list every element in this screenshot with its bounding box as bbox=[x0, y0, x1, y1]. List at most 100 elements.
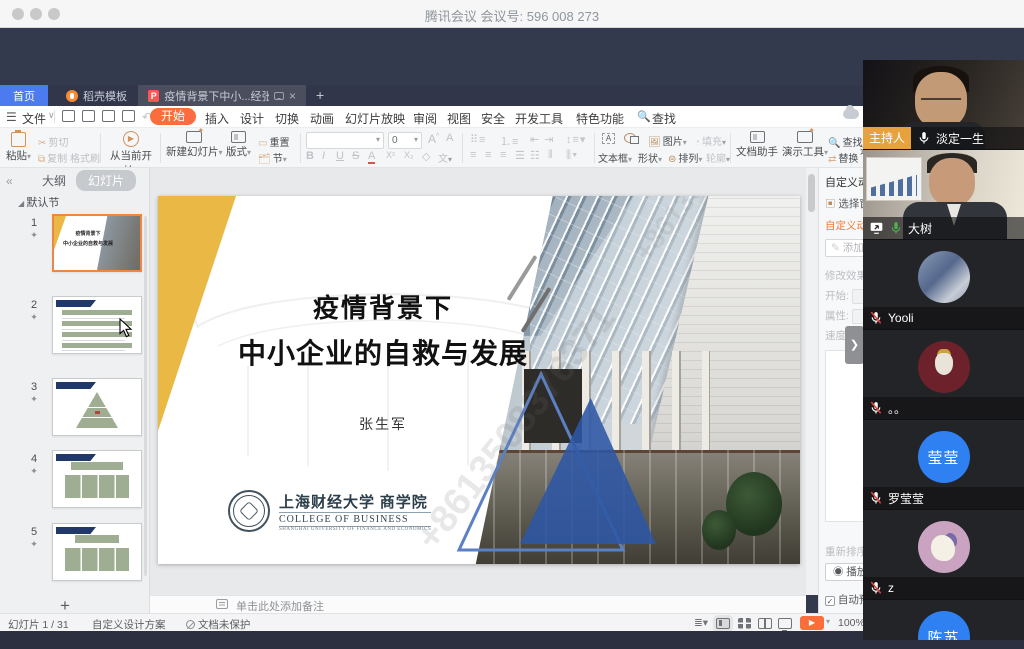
cut-button[interactable]: ✂剪切 bbox=[38, 134, 68, 149]
collapse-sidebar-button[interactable]: « bbox=[6, 174, 13, 188]
find-button[interactable]: 🔍查找 bbox=[828, 134, 862, 149]
font-name-combo[interactable]: ▾ bbox=[306, 132, 384, 149]
participant-tile[interactable]: Yooli bbox=[863, 240, 1024, 330]
paste-button[interactable]: 粘贴▾ bbox=[6, 132, 31, 163]
align-left-icon[interactable]: ≡ bbox=[470, 149, 477, 161]
slide-thumbnail-4[interactable] bbox=[52, 450, 142, 508]
bullet-list-icon[interactable]: ⠿≡ bbox=[470, 133, 486, 146]
shrink-font-button[interactable]: A bbox=[446, 132, 453, 144]
tab-slides[interactable]: 幻灯片 bbox=[76, 170, 136, 191]
normal-view-button[interactable] bbox=[716, 618, 730, 629]
section-button[interactable]: 🗂节▾ bbox=[258, 150, 287, 165]
columns-icon[interactable]: ⫴ bbox=[548, 149, 554, 162]
justify-icon[interactable]: ☰ bbox=[515, 149, 526, 162]
slide-thumbnail-3[interactable] bbox=[52, 378, 142, 436]
underline-button[interactable]: U bbox=[336, 150, 344, 162]
slide-title-line2[interactable]: 中小企业的自救与发展 bbox=[222, 332, 544, 372]
shapes-button[interactable]: 形状▾ bbox=[638, 150, 662, 165]
bold-button[interactable]: B bbox=[306, 150, 314, 162]
menu-features[interactable]: 特色功能 bbox=[576, 110, 624, 127]
hamburger-icon[interactable]: ☰ bbox=[6, 110, 17, 124]
align-center-icon[interactable]: ≡ bbox=[485, 149, 492, 161]
text-direction-icon[interactable]: ⫼▾ bbox=[566, 149, 578, 162]
collapse-pane-button[interactable]: ❯ bbox=[845, 326, 864, 364]
print-icon[interactable] bbox=[102, 110, 115, 122]
line-spacing-icon[interactable]: ↕≡▾ bbox=[566, 133, 586, 146]
participant-tile[interactable]: 大树 bbox=[863, 150, 1024, 240]
notes-toggle-icon[interactable]: ≣▾ bbox=[694, 617, 708, 629]
menu-start[interactable]: 开始 bbox=[150, 108, 196, 125]
protection-status[interactable]: 文档未保护 bbox=[186, 617, 250, 632]
menu-security[interactable]: 安全 bbox=[481, 110, 505, 127]
format-painter-button[interactable]: 格式刷 bbox=[70, 150, 100, 165]
reading-view-button[interactable] bbox=[758, 618, 772, 629]
align-right-icon[interactable]: ≡ bbox=[500, 149, 507, 161]
superscript-button[interactable]: X² bbox=[386, 150, 395, 160]
menu-file[interactable]: 文件 bbox=[22, 110, 46, 127]
menu-animation[interactable]: 动画 bbox=[310, 110, 334, 127]
font-color-button[interactable]: A bbox=[368, 150, 375, 164]
menu-insert[interactable]: 插入 bbox=[205, 110, 229, 127]
strikethrough-button[interactable]: S bbox=[352, 150, 359, 162]
menu-review[interactable]: 审阅 bbox=[413, 110, 437, 127]
output-icon[interactable] bbox=[82, 110, 95, 122]
menu-transition[interactable]: 切换 bbox=[275, 110, 299, 127]
char-tool-button[interactable]: 文▾ bbox=[438, 150, 452, 165]
slide-thumbnail-5[interactable] bbox=[52, 523, 142, 581]
layout-button[interactable]: 版式▾ bbox=[226, 131, 251, 159]
slideshow-play-button[interactable]: ▶ bbox=[800, 616, 824, 630]
italic-button[interactable]: I bbox=[322, 150, 325, 162]
subscript-button[interactable]: X₂ bbox=[404, 150, 414, 160]
design-scheme-button[interactable]: 自定义设计方案 bbox=[92, 617, 166, 632]
menu-find[interactable]: 查找 bbox=[652, 110, 676, 127]
menu-devtools[interactable]: 开发工具 bbox=[515, 110, 563, 127]
menu-design[interactable]: 设计 bbox=[240, 110, 264, 127]
tab-outline[interactable]: 大纲 bbox=[42, 172, 66, 189]
notes-placeholder[interactable]: 单击此处添加备注 bbox=[236, 598, 324, 614]
slide-title-line1[interactable]: 疫情背景下 bbox=[222, 288, 544, 325]
slide-thumbnail-1[interactable]: 疫情背景下 中小企业的自救与发展 bbox=[52, 214, 142, 272]
tab-close-icon[interactable]: × bbox=[289, 89, 296, 103]
zoom-level[interactable]: 100% bbox=[838, 617, 865, 629]
tab-docer[interactable]: 稻壳模板 bbox=[56, 85, 137, 106]
reset-button[interactable]: ▭重置 bbox=[258, 134, 289, 149]
numbered-list-icon[interactable]: ⒈≡ bbox=[500, 133, 519, 149]
participant-tile[interactable]: 陈苏 bbox=[863, 600, 1024, 640]
slideshow-dropdown-caret[interactable]: ▾ bbox=[826, 617, 830, 626]
menu-slideshow[interactable]: 幻灯片放映 bbox=[345, 110, 405, 127]
scrollbar-thumb[interactable] bbox=[808, 174, 815, 212]
menu-view[interactable]: 视图 bbox=[447, 110, 471, 127]
search-icon[interactable]: 🔍 bbox=[637, 110, 651, 123]
textbox-button[interactable]: 文本框▾ bbox=[598, 150, 632, 165]
present-tools-button[interactable]: 演示工具▾ bbox=[782, 131, 828, 159]
new-tab-button[interactable]: + bbox=[316, 87, 324, 103]
presenter-view-button[interactable] bbox=[778, 618, 792, 629]
doc-assistant-button[interactable]: 文档助手 bbox=[736, 131, 778, 159]
tab-document[interactable]: P 疫情背景下中小...经张生军(1) × bbox=[138, 85, 306, 106]
participant-tile[interactable]: z bbox=[863, 510, 1024, 600]
new-slide-button[interactable]: 新建幻灯片▾ bbox=[166, 131, 223, 159]
save-icon[interactable] bbox=[62, 110, 75, 122]
font-size-combo[interactable]: 0▾ bbox=[388, 132, 422, 149]
replace-button[interactable]: ⇄替换 bbox=[828, 150, 858, 165]
slide-sorter-button[interactable] bbox=[738, 618, 751, 629]
editor-scrollbar[interactable] bbox=[806, 168, 818, 595]
notes-bar[interactable]: 单击此处添加备注 bbox=[150, 595, 806, 613]
fill-button[interactable]: ◔填充▾ bbox=[694, 133, 726, 148]
participant-tile[interactable]: 莹莹 罗莹莹 bbox=[863, 420, 1024, 510]
indent-icons[interactable]: ⇤ ⇥ bbox=[530, 133, 555, 146]
tab-home[interactable]: 首页 bbox=[0, 85, 48, 106]
comment-icon[interactable] bbox=[274, 92, 284, 100]
shapes-icon-button[interactable] bbox=[624, 133, 636, 146]
copy-button[interactable]: ⧉复制 bbox=[38, 150, 67, 165]
sidebar-scrollbar[interactable] bbox=[144, 216, 147, 576]
outline-button[interactable]: 轮廓▾ bbox=[706, 150, 730, 165]
cloud-sync-icon[interactable] bbox=[843, 109, 859, 119]
participant-tile[interactable]: 。。 bbox=[863, 330, 1024, 420]
picture-button[interactable]: A bbox=[602, 133, 615, 144]
clear-format-button[interactable]: ◇ bbox=[422, 150, 430, 163]
slide-canvas[interactable]: +8613508376371 +8613508376371 疫情背景下 中小企业… bbox=[158, 196, 800, 564]
picture-menu-button[interactable]: 🖼图片▾ bbox=[648, 133, 687, 148]
slide-author[interactable]: 张生军 bbox=[222, 414, 544, 434]
grow-font-button[interactable]: A^ bbox=[428, 132, 439, 146]
